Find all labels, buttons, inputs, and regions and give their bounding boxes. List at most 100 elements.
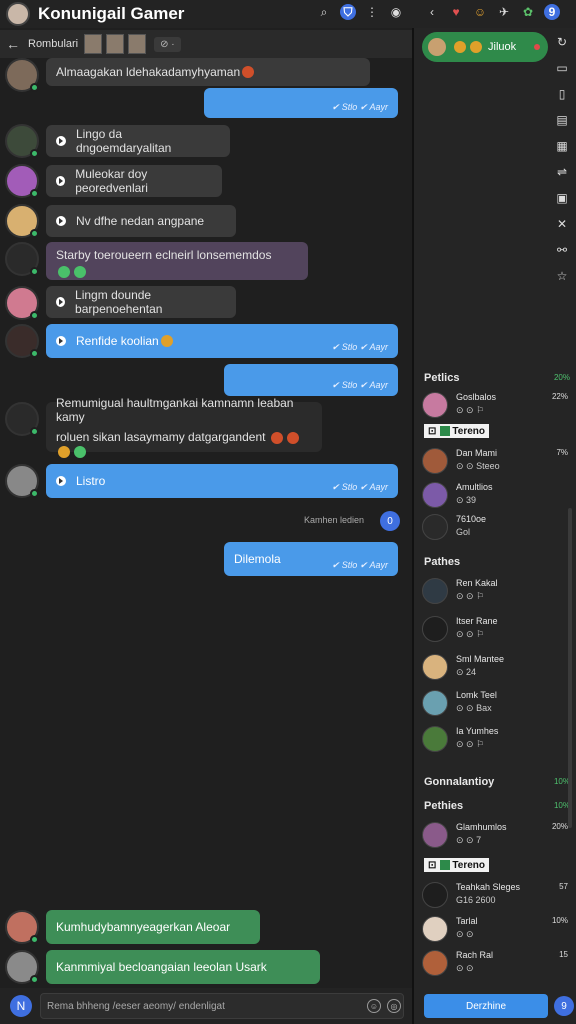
section-count: 20%: [553, 373, 570, 382]
play-icon[interactable]: [56, 336, 66, 346]
member-row[interactable]: 7610oe Gol: [422, 512, 572, 546]
voice-message-outgoing[interactable]: Renfide koolian ✔ Stlo ✔ Aayr: [46, 324, 398, 358]
message-bubble-outgoing[interactable]: Dilemola ✔ Stlo ✔ Aayr: [224, 542, 398, 576]
message-bubble[interactable]: Starby toeroueern eclneirl lonsememdos: [46, 242, 308, 280]
avatar[interactable]: [5, 402, 39, 436]
message-bubble[interactable]: Remumigual haultmgankai kamnamn leaban k…: [46, 396, 322, 458]
emoji-icon: [270, 431, 283, 444]
message-text-line2: roluen sikan lasaymamy datgargandent: [56, 430, 266, 444]
participant-avatar[interactable]: [106, 34, 125, 54]
avatar[interactable]: [5, 464, 39, 498]
composer: N ☺ ◎: [0, 988, 412, 1024]
tag-label[interactable]: ⊡ Tereno: [424, 424, 489, 438]
participant-avatar[interactable]: [128, 34, 147, 54]
online-dot: [30, 229, 39, 238]
message-bubble[interactable]: Kumhudybamnyeagerkan Aleoar: [46, 910, 260, 944]
avatar[interactable]: [5, 204, 39, 238]
attach-button[interactable]: N: [10, 995, 32, 1017]
emoji-icon: [454, 41, 466, 53]
member-row[interactable]: Dan Mami ⊙ ⊙ Steeo 7%: [422, 446, 572, 480]
member-row[interactable]: Rach Ral ⊙ ⊙ 15: [422, 948, 572, 982]
pill-label: Jiluok: [488, 41, 517, 53]
member-row[interactable]: Lomk Teel ⊙ ⊙ Bax: [422, 688, 572, 722]
emoji-icon: [160, 335, 173, 347]
search-icon[interactable]: ⌕: [316, 4, 332, 20]
send-icon[interactable]: ◎: [387, 999, 401, 1013]
member-row[interactable]: Sml Mantee ⊙ 24: [422, 652, 572, 686]
image-icon[interactable]: ▣: [554, 190, 570, 206]
star-icon[interactable]: ☆: [554, 268, 570, 284]
member-row[interactable]: Amultlios ⊙ 39: [422, 480, 572, 514]
active-pill[interactable]: Jiluok: [422, 32, 548, 62]
message-bubble[interactable]: Kanmmiyal becloangaian leeolan Usark: [46, 950, 320, 984]
play-icon[interactable]: [56, 136, 66, 146]
more-icon[interactable]: ⋮: [364, 4, 380, 20]
avatar[interactable]: [5, 324, 39, 358]
badge-icon[interactable]: 9: [544, 4, 560, 20]
message-text: Muleokar doy peoredvenlari: [75, 167, 148, 195]
pill-avatar: [428, 38, 446, 56]
system-button[interactable]: 0: [380, 511, 400, 531]
app-title: Konunigail Gamer: [38, 4, 185, 23]
refresh-icon[interactable]: ↻: [554, 34, 570, 50]
message-input[interactable]: [47, 1000, 347, 1012]
back-icon[interactable]: ‹: [424, 4, 440, 20]
member-row[interactable]: Ren Kakal ⊙ ⊙ ⚐: [422, 576, 572, 610]
tools-icon[interactable]: ✕: [554, 216, 570, 232]
emoji-picker-icon[interactable]: ☺: [367, 999, 381, 1013]
avatar[interactable]: [5, 242, 39, 276]
message-bubble-outgoing[interactable]: ✔ Stlo ✔ Aayr: [224, 364, 398, 396]
member-avatar: [422, 690, 448, 716]
leaf-icon[interactable]: ✿: [520, 4, 536, 20]
shield-icon[interactable]: ⛉: [340, 4, 356, 20]
heart-icon[interactable]: ♥: [448, 4, 464, 20]
play-icon[interactable]: [56, 476, 66, 486]
pin-icon[interactable]: ✈: [496, 4, 512, 20]
play-icon[interactable]: [56, 216, 66, 226]
message-meta: ✔ Stlo ✔ Aayr: [331, 102, 388, 112]
back-arrow-icon[interactable]: ←: [6, 36, 20, 52]
top-icons-right: ‹ ♥ ☺ ✈ ✿ 9: [424, 4, 560, 20]
member-row[interactable]: Itser Rane ⊙ ⊙ ⚐: [422, 614, 572, 648]
book-icon[interactable]: ▯: [554, 86, 570, 102]
member-row[interactable]: Teahkah Sleges G16 2600 57: [422, 880, 572, 914]
chat-icon[interactable]: ▭: [554, 60, 570, 76]
window-icon[interactable]: ▤: [554, 112, 570, 128]
avatar[interactable]: [5, 950, 39, 984]
voice-message[interactable]: Muleokar doy peoredvenlari: [46, 165, 222, 197]
tag-label[interactable]: ⊡ Tereno: [424, 858, 489, 872]
voice-message[interactable]: Nv dfhe nedan angpane: [46, 205, 236, 237]
avatar[interactable]: [5, 164, 39, 198]
play-icon[interactable]: [56, 297, 66, 307]
avatar[interactable]: [5, 124, 39, 158]
mask-icon[interactable]: ☺: [472, 4, 488, 20]
primary-button[interactable]: Derzhine: [424, 994, 548, 1018]
message-bubble-outgoing[interactable]: ✔ Stlo ✔ Aayr: [204, 88, 398, 118]
member-row[interactable]: Ia Yumhes ⊙ ⊙ ⚐: [422, 724, 572, 758]
voice-message[interactable]: Lingo da dngoemdaryalitan: [46, 125, 230, 157]
voice-message-outgoing[interactable]: Listro ✔ Stlo ✔ Aayr: [46, 464, 398, 498]
app-avatar[interactable]: [6, 2, 30, 26]
message-meta: ✔ Stlo ✔ Aayr: [331, 482, 388, 492]
swap-icon[interactable]: ⇌: [554, 164, 570, 180]
member-row[interactable]: Glamhumlos ⊙ ⊙ 7 20%: [422, 820, 572, 854]
avatar[interactable]: [5, 910, 39, 944]
message-bubble[interactable]: Almaagakan ldehakadamyhyaman: [46, 58, 370, 86]
scrollbar[interactable]: [568, 508, 572, 828]
link-icon[interactable]: ⚯: [554, 242, 570, 258]
settings-icon[interactable]: 9: [554, 996, 574, 1016]
member-row[interactable]: Tarlal ⊙ ⊙ 10%: [422, 914, 572, 948]
avatar[interactable]: [5, 286, 39, 320]
member-name: Amultlios: [456, 482, 493, 492]
grid-icon[interactable]: ▦: [554, 138, 570, 154]
play-icon[interactable]: [56, 176, 66, 186]
profile-icon[interactable]: ◉: [388, 4, 404, 20]
member-name: Ia Yumhes: [456, 726, 499, 736]
member-name: 7610oe: [456, 514, 487, 524]
participant-chip[interactable]: ⊘ ·: [154, 36, 181, 52]
member-avatar: [422, 578, 448, 604]
voice-message[interactable]: Lingm dounde barpenoehentan: [46, 286, 236, 318]
avatar[interactable]: [5, 58, 39, 92]
participant-avatar[interactable]: [84, 34, 103, 54]
member-row[interactable]: Goslbalos ⊙ ⊙ ⚐ 22%: [422, 390, 572, 424]
